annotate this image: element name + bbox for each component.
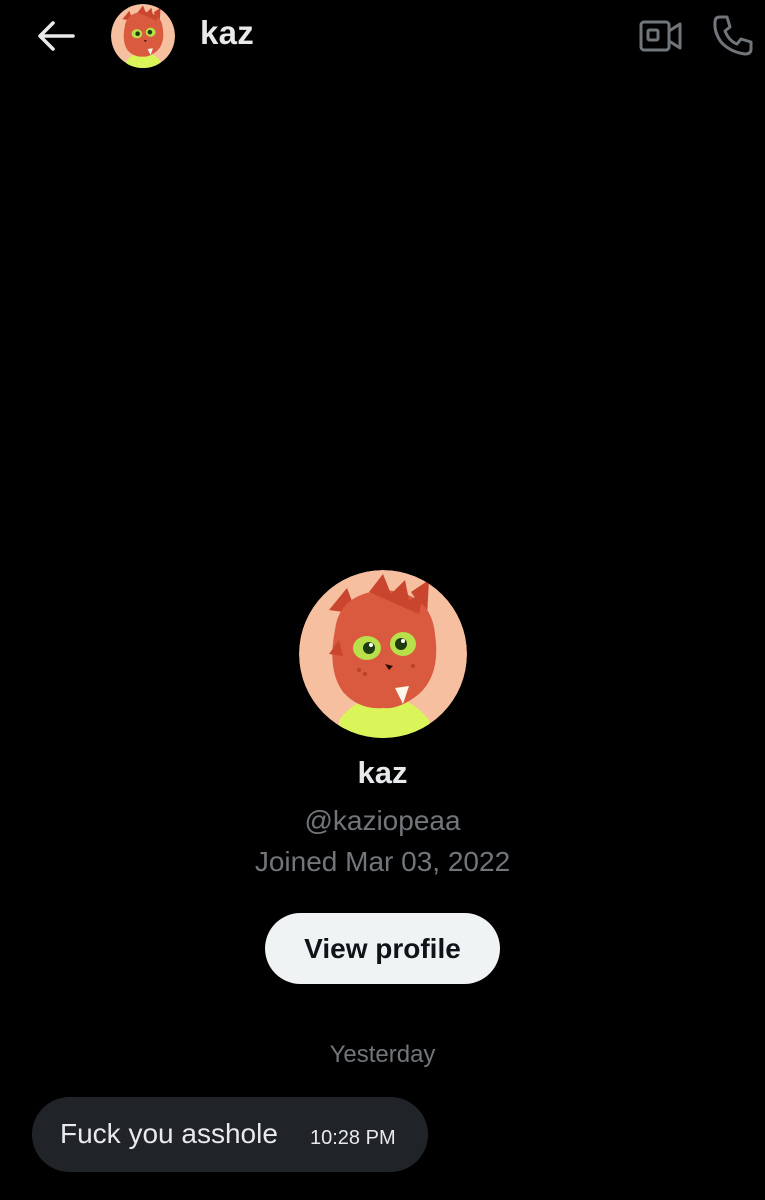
message-timestamp: 10:28 PM (310, 1127, 396, 1149)
video-call-button[interactable] (636, 14, 686, 58)
day-divider: Yesterday (329, 1041, 436, 1068)
header-avatar[interactable] (111, 4, 175, 68)
arrow-left-icon (38, 21, 75, 51)
profile-name: kaz (357, 755, 408, 790)
video-camera-icon (639, 20, 682, 52)
dm-conversation-screen: kaz kaz @kaziopeaa Joined Mar 03, 2022 V… (0, 0, 765, 1200)
received-message-bubble[interactable]: Fuck you asshole 10:28 PM (32, 1097, 428, 1172)
voice-call-button[interactable] (708, 12, 758, 58)
fox-avatar-image (299, 570, 467, 738)
back-button[interactable] (32, 14, 80, 58)
profile-joined-date: Joined Mar 03, 2022 (254, 846, 511, 877)
header-contact-name[interactable]: kaz (200, 14, 254, 52)
profile-handle: @kaziopeaa (304, 805, 461, 836)
conversation-header: kaz (0, 0, 765, 74)
view-profile-button[interactable]: View profile (265, 913, 500, 984)
message-text: Fuck you asshole (60, 1118, 278, 1149)
profile-avatar[interactable] (299, 570, 467, 738)
fox-avatar-image (111, 4, 175, 68)
phone-icon (713, 15, 753, 56)
